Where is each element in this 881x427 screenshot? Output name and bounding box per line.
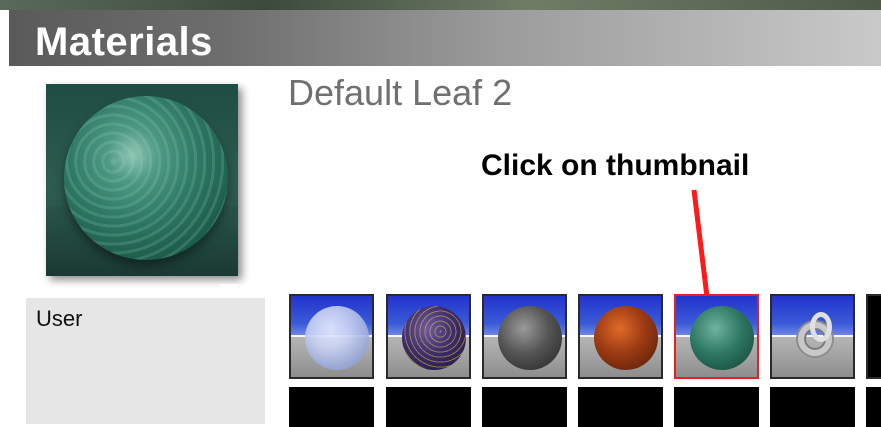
preview-sphere [64, 96, 228, 260]
thumbnail-row [289, 294, 881, 382]
material-thumbnail[interactable] [289, 294, 374, 379]
material-thumbnail-empty[interactable] [386, 387, 471, 427]
material-thumbnail[interactable] [482, 294, 567, 379]
category-item-user[interactable]: User [36, 306, 82, 332]
material-thumbnail-empty[interactable] [289, 387, 374, 427]
background-strip [0, 0, 881, 10]
material-thumbnail-selected[interactable] [674, 294, 759, 379]
thumb-sphere [594, 306, 658, 370]
material-thumbnail-partial[interactable] [866, 294, 881, 379]
material-thumbnail-empty[interactable] [578, 387, 663, 427]
knot-loop-icon [810, 312, 832, 342]
material-thumbnail-empty[interactable] [866, 387, 881, 427]
material-preview [46, 84, 238, 276]
category-list[interactable]: User [26, 298, 265, 424]
material-thumbnail[interactable] [386, 294, 471, 379]
thumbnail-row-2 [289, 387, 881, 427]
panel-title: Materials [35, 20, 213, 64]
thumb-sphere [305, 306, 369, 370]
thumb-sphere [690, 306, 754, 370]
thumb-sphere [498, 306, 562, 370]
preview-menu-caret-icon[interactable] [219, 284, 239, 294]
thumb-sphere [402, 306, 466, 370]
panel-titlebar: Materials [9, 10, 881, 66]
material-thumbnail-empty[interactable] [482, 387, 567, 427]
material-name: Default Leaf 2 [288, 72, 513, 113]
material-thumbnail-empty[interactable] [770, 387, 855, 427]
material-thumbnail[interactable] [770, 294, 855, 379]
material-thumbnail-empty[interactable] [674, 387, 759, 427]
material-thumbnail[interactable] [578, 294, 663, 379]
annotation-text: Click on thumbnail [481, 149, 750, 182]
